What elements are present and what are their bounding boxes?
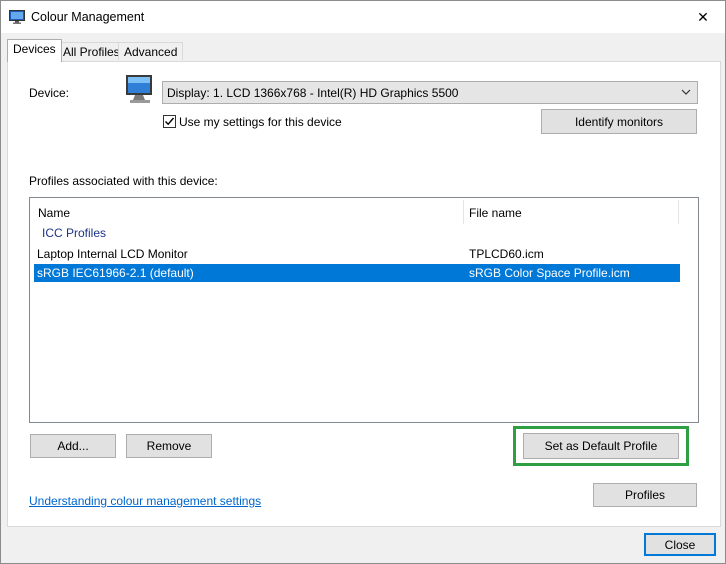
tab-all-profiles-label: All Profiles [63, 45, 120, 59]
tab-devices-label: Devices [13, 42, 56, 56]
profile-name: sRGB IEC61966-2.1 (default) [37, 266, 194, 280]
checkmark-icon [165, 117, 175, 126]
colour-management-icon [9, 10, 25, 24]
use-my-settings-label[interactable]: Use my settings for this device [179, 115, 342, 129]
column-divider[interactable] [678, 200, 679, 224]
column-header-file-name[interactable]: File name [469, 206, 522, 220]
group-icc-profiles: ICC Profiles [42, 226, 107, 240]
device-select[interactable]: Display: 1. LCD 1366x768 - Intel(R) HD G… [162, 81, 698, 104]
chevron-down-icon [681, 89, 691, 95]
remove-button[interactable]: Remove [126, 434, 212, 458]
colour-management-window: Colour Management ✕ Devices All Profiles… [0, 0, 726, 564]
profiles-button[interactable]: Profiles [593, 483, 697, 507]
tab-all-profiles[interactable]: All Profiles [57, 42, 126, 60]
close-icon: ✕ [697, 8, 709, 25]
profile-name: Laptop Internal LCD Monitor [37, 247, 188, 261]
set-as-default-profile-button[interactable]: Set as Default Profile [523, 433, 679, 459]
tab-devices[interactable]: Devices [7, 39, 62, 62]
profiles-section-label: Profiles associated with this device: [29, 174, 218, 188]
tab-advanced-label: Advanced [124, 45, 178, 59]
profiles-list[interactable]: Name File name ICC Profiles Laptop Inter… [29, 197, 699, 423]
profile-file: sRGB Color Space Profile.icm [469, 266, 630, 280]
profile-file: TPLCD60.icm [469, 247, 544, 261]
help-link[interactable]: Understanding colour management settings [29, 494, 261, 508]
title-close-button[interactable]: ✕ [681, 1, 725, 33]
device-select-value: Display: 1. LCD 1366x768 - Intel(R) HD G… [167, 86, 459, 100]
use-my-settings-checkbox[interactable] [163, 115, 176, 128]
identify-monitors-button[interactable]: Identify monitors [541, 109, 697, 134]
tab-advanced[interactable]: Advanced [118, 42, 184, 60]
close-button[interactable]: Close [644, 533, 716, 556]
column-header-name[interactable]: Name [38, 206, 70, 220]
list-item-selected[interactable]: sRGB IEC61966-2.1 (default) sRGB Color S… [34, 264, 680, 282]
add-button[interactable]: Add... [30, 434, 116, 458]
window-title: Colour Management [31, 10, 145, 24]
device-label: Device: [29, 86, 70, 100]
column-divider[interactable] [463, 200, 464, 224]
list-item[interactable]: Laptop Internal LCD Monitor TPLCD60.icm [34, 245, 680, 263]
title-bar: Colour Management ✕ [1, 1, 725, 33]
monitor-icon [126, 75, 152, 103]
